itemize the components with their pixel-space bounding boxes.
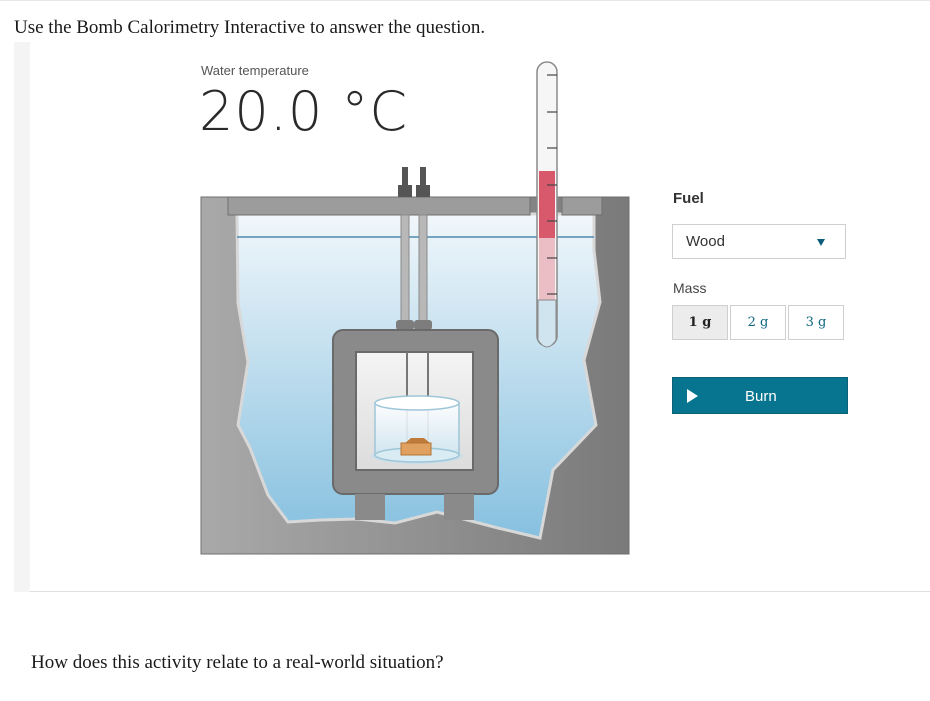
burn-button-label: Burn bbox=[745, 388, 777, 405]
fuel-label: Fuel bbox=[673, 190, 704, 207]
lid bbox=[227, 196, 531, 216]
thermometer-mercury-submerged bbox=[539, 238, 555, 308]
chevron-down-icon bbox=[817, 239, 825, 246]
mass-option-2g[interactable]: 2 g bbox=[730, 305, 786, 340]
fuel-select-value: Wood bbox=[686, 233, 725, 250]
play-icon bbox=[687, 389, 698, 403]
calorimeter-illustration bbox=[200, 61, 630, 555]
mass-option-1g[interactable]: 1 g bbox=[672, 305, 728, 340]
bomb-leg-left bbox=[355, 494, 385, 520]
mass-option-3g[interactable]: 3 g bbox=[788, 305, 844, 340]
thermometer-mercury bbox=[539, 171, 555, 238]
thermometer bbox=[536, 61, 558, 348]
mass-label: Mass bbox=[673, 280, 707, 296]
lid-right bbox=[561, 196, 603, 216]
bomb-leg-right bbox=[444, 494, 474, 520]
question-text: How does this activity relate to a real-… bbox=[31, 652, 444, 673]
burn-button[interactable]: Burn bbox=[672, 377, 848, 414]
fuel-select[interactable]: Wood bbox=[672, 224, 846, 259]
